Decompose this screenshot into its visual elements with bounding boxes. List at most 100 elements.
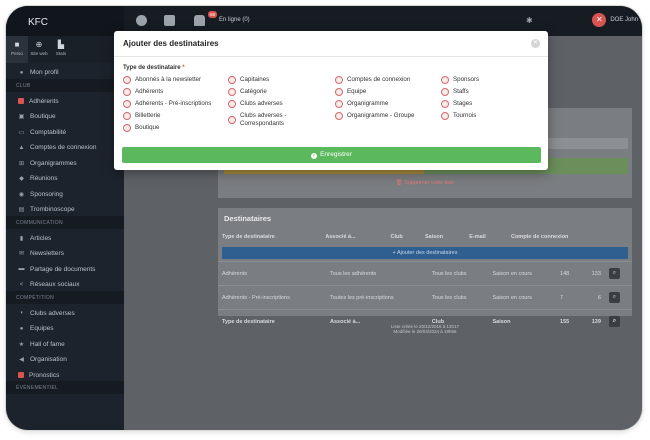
option-stages[interactable]: Stages [441, 99, 473, 108]
sidebar-item-trombinoscope[interactable]: ▤ Trombinoscope [6, 200, 124, 216]
sidebar-item-label: Partage de documents [30, 265, 96, 273]
radio-button[interactable] [335, 87, 343, 96]
option-adherents[interactable]: Adhérents [123, 87, 163, 96]
save-button[interactable]: ✓ Enregistrer [122, 147, 541, 163]
radio-button[interactable] [123, 111, 131, 120]
add-recipients-modal: Ajouter des destinataires × Type de dest… [114, 31, 548, 170]
inbox-icon[interactable] [164, 15, 175, 26]
sidebar-item-comptabilite[interactable]: ▭ Comptabilité [6, 123, 124, 139]
share-icon: < [19, 281, 24, 288]
option-label: Stages [453, 100, 473, 107]
sidebar-tabs: ■ Perso ⊕ Site web ▙ Stats [6, 36, 124, 63]
table-row: Adhérents Tous les adhérents Tous les cl… [218, 261, 632, 286]
tab-label: Stats [55, 51, 67, 56]
modified-date: Modifiée le 30/03/2024 à 19h56 [393, 329, 457, 334]
radio-button[interactable] [441, 99, 449, 108]
option-clubs-adverses-correspondants[interactable]: Clubs adverses - Correspondants [228, 112, 308, 127]
option-label: Capitaines [240, 76, 270, 83]
option-label: Comptes de connexion [347, 76, 411, 83]
delete-list-link[interactable]: 🗑 Supprimer cette liste [218, 180, 632, 186]
cell-compte: 133 [580, 261, 605, 286]
view-row-button[interactable]: ⌕ [608, 292, 620, 303]
sidebar-item-label: Trombinoscope [30, 206, 75, 214]
view-row-button[interactable]: ⌕ [608, 268, 620, 279]
adherents-icon [18, 98, 24, 105]
option-label: Adhérents - Pré-inscriptions [135, 100, 212, 107]
tab-site-web[interactable]: ⊕ Site web [28, 36, 50, 63]
sidebar-item-organisation[interactable]: ◀ Organisation [6, 350, 124, 366]
option-capitaines[interactable]: Capitaines [228, 75, 270, 84]
option-boutique[interactable]: Boutique [123, 123, 159, 132]
table-row: Adhérents - Pré-inscriptions Toutes les … [218, 285, 632, 310]
sidebar-item-profil[interactable]: ● Mon profil [6, 63, 124, 79]
sidebar-item-organigrammes[interactable]: ⊞ Organigrammes [6, 154, 124, 170]
sidebar-item-label: Pronostics [29, 371, 60, 379]
bell-icon[interactable] [194, 15, 205, 26]
radio-button[interactable] [123, 75, 131, 84]
user-circle-icon: ● [19, 69, 24, 76]
radio-button[interactable] [335, 75, 343, 84]
col-compte: Compte de connexion [510, 234, 569, 240]
option-organigramme[interactable]: Organigramme [335, 99, 388, 108]
settings-icon[interactable]: ✱ [526, 16, 533, 25]
sidebar-item-label: Comptes de connexion [30, 144, 97, 152]
option-organigramme-groupe[interactable]: Organigramme - Groupe [335, 111, 414, 120]
tab-perso[interactable]: ■ Perso [6, 36, 28, 63]
id-card-icon: ▤ [18, 207, 25, 214]
option-categorie[interactable]: Catégorie [228, 87, 267, 96]
sidebar-item-partage[interactable]: ▬ Partage de documents [6, 260, 124, 276]
sidebar-item-boutique[interactable]: ▣ Boutique [6, 107, 124, 123]
user-name: DOE John [610, 17, 638, 23]
radio-button[interactable] [335, 99, 343, 108]
sidebar-item-equipes[interactable]: ● Equipes [6, 319, 124, 335]
sidebar-item-adherents[interactable]: Adhérents [6, 92, 124, 108]
option-label: Sponsors [453, 76, 480, 83]
option-adherents-preinscriptions[interactable]: Adhérents - Pré-inscriptions [123, 99, 212, 108]
sidebar-item-pronostics[interactable]: Pronostics [6, 366, 124, 382]
sidebar-item-hall-of-fame[interactable]: ★ Hall of fame [6, 335, 124, 351]
radio-button[interactable] [228, 116, 236, 124]
destinataires-title: Destinataires [224, 214, 272, 223]
brand-logo[interactable]: KFC [6, 6, 124, 36]
sidebar-item-reunions[interactable]: ◆ Réunions [6, 169, 124, 185]
radio-button[interactable] [441, 87, 449, 96]
sidebar-section-communication: COMMUNICATION [6, 215, 124, 229]
option-label: Tournois [453, 112, 477, 119]
radio-button[interactable] [228, 75, 236, 84]
sidebar-item-articles[interactable]: ▮ Articles [6, 229, 124, 245]
sidebar-item-comptes[interactable]: ▲ Comptes de connexion [6, 138, 124, 154]
radio-button[interactable] [335, 111, 343, 120]
option-billetterie[interactable]: Billetterie [123, 111, 160, 120]
dashboard-icon[interactable] [136, 15, 147, 26]
tab-stats[interactable]: ▙ Stats [50, 36, 72, 63]
col-assoc: Associé à... [325, 234, 356, 240]
radio-button[interactable] [123, 87, 131, 96]
radio-button[interactable] [441, 111, 449, 120]
sidebar-item-sponsoring[interactable]: ◉ Sponsoring [6, 185, 124, 201]
option-comptes-connexion[interactable]: Comptes de connexion [335, 75, 411, 84]
radio-button[interactable] [441, 75, 449, 84]
add-recipients-button[interactable]: + Ajouter des destinataires [222, 247, 628, 259]
radio-button[interactable] [123, 99, 131, 108]
option-clubs-adverses[interactable]: Clubs adverses [228, 99, 283, 108]
radio-button[interactable] [123, 123, 131, 132]
option-equipe[interactable]: Equipe [335, 87, 366, 96]
radio-button[interactable] [228, 87, 236, 96]
sidebar-item-clubs-adverses[interactable]: ◖ Clubs adverses [6, 304, 124, 320]
user-menu[interactable]: ✕ DOE John [592, 13, 638, 27]
option-sponsors[interactable]: Sponsors [441, 75, 480, 84]
col-type: Type de destinataire [222, 234, 275, 240]
close-icon[interactable]: × [531, 39, 540, 48]
sidebar-item-newsletters[interactable]: ✉ Newsletters [6, 244, 124, 260]
option-staffs[interactable]: Staffs [441, 87, 469, 96]
sidebar-item-reseaux[interactable]: < Réseaux sociaux [6, 275, 124, 291]
option-tournois[interactable]: Tournois [441, 111, 477, 120]
radio-button[interactable] [228, 99, 236, 108]
lock-icon: ▲ [18, 144, 25, 151]
add-recipients-label: Ajouter des destinataires [396, 250, 458, 256]
online-status[interactable]: En ligne (0) [219, 17, 250, 23]
cart-icon: ▣ [18, 114, 25, 121]
cell-email: 148 [556, 261, 581, 286]
option-abonnes[interactable]: Abonnés à la newsletter [123, 75, 201, 84]
option-label: Clubs adverses - Correspondants [240, 112, 287, 127]
